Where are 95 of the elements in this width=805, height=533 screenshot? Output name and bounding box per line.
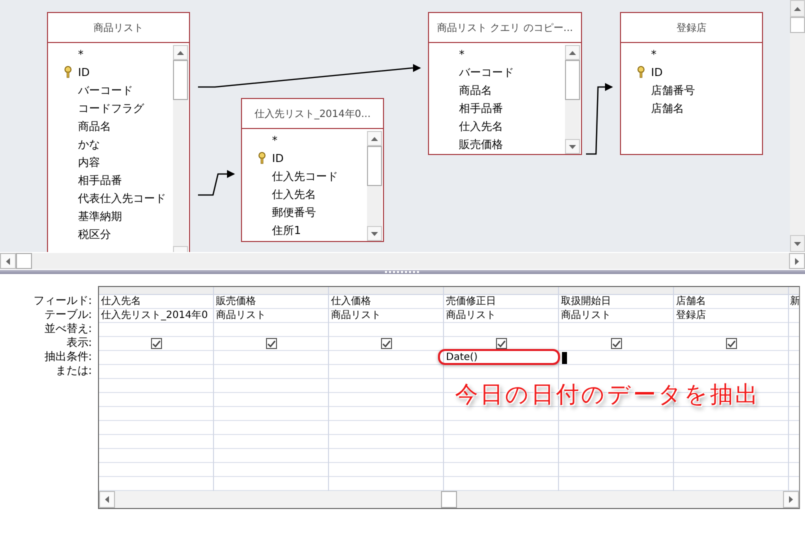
up-arrow-icon[interactable] (177, 50, 184, 54)
row-label: または: (55, 364, 92, 378)
field-cell[interactable]: 取扱開始日 (561, 296, 611, 307)
column-selector[interactable] (789, 287, 799, 295)
show-checkbox[interactable] (496, 338, 506, 349)
table-cell[interactable]: 商品リスト (331, 310, 381, 321)
table-window[interactable]: 商品リスト クエリ のコピー... * バーコード 商品名 相手品番 仕入先名 販売価格 (428, 12, 582, 155)
field-cell[interactable]: 店舗名 (676, 296, 706, 307)
field-name[interactable]: 仕入先コード (272, 168, 338, 184)
column-selector[interactable] (444, 287, 558, 295)
scroll-thumb[interactable] (173, 60, 188, 100)
table-cell[interactable]: 商品リスト (561, 310, 611, 321)
table-title: 仕入先リスト_2014年0... (254, 108, 371, 120)
text-cursor (562, 352, 567, 364)
field-name[interactable]: コードフラグ (78, 100, 144, 116)
field-name[interactable]: バーコード (459, 64, 514, 80)
column-selector[interactable] (559, 287, 673, 295)
down-arrow-icon[interactable] (569, 144, 576, 148)
up-arrow-icon[interactable] (569, 50, 576, 54)
show-checkbox[interactable] (726, 338, 736, 349)
horizontal-scrollbar[interactable] (99, 491, 799, 508)
join-line (198, 170, 235, 196)
annotation-text: 今日の日付のデータを抽出 (455, 381, 760, 410)
up-arrow-icon[interactable] (794, 6, 801, 10)
field-name[interactable]: 商品名 (78, 118, 111, 134)
column-selector[interactable] (329, 287, 443, 295)
show-checkbox[interactable] (610, 338, 622, 349)
field-name[interactable]: 住所1 (272, 222, 301, 238)
right-arrow-icon[interactable] (795, 258, 799, 264)
field-name[interactable]: 郵便番号 (272, 204, 316, 220)
field-name[interactable]: 相手品番 (78, 172, 122, 188)
field-name[interactable]: * (272, 134, 278, 146)
column-selector[interactable] (99, 287, 213, 295)
scroll-thumb[interactable] (441, 491, 457, 508)
row-label: フィールド: (33, 294, 92, 308)
right-arrow-icon[interactable] (789, 496, 793, 503)
table-window[interactable]: 商品リスト * ID バーコード コードフラグ 商品名 かな 内容 相手品番 代表仕入先コード 基準納期 税区分 (47, 12, 190, 252)
field-name[interactable]: * (459, 48, 464, 60)
scroll-thumb[interactable] (790, 17, 805, 33)
table-title: 商品リスト (94, 22, 144, 34)
field-name[interactable]: 店舗名 (651, 100, 684, 116)
scroll-thumb[interactable] (367, 146, 382, 186)
vertical-scrollbar[interactable] (790, 0, 805, 252)
field-name[interactable]: 内容 (78, 154, 100, 170)
down-arrow-icon[interactable] (371, 232, 378, 236)
table-cell[interactable]: 仕入先リスト_2014年0 (101, 310, 208, 321)
row-label: 抽出条件: (44, 350, 92, 364)
field-name[interactable]: かな (78, 136, 100, 152)
scrollbar[interactable] (367, 131, 382, 241)
field-cell[interactable]: 販売価格 (216, 296, 256, 307)
scrollbar[interactable] (565, 45, 580, 154)
up-arrow-icon[interactable] (371, 136, 378, 140)
scroll-thumb[interactable] (565, 60, 580, 100)
show-checkbox[interactable] (380, 338, 392, 349)
table-title: 商品リスト クエリ のコピー... (437, 22, 573, 34)
row-label: 並べ替え: (44, 322, 92, 336)
join-line (586, 83, 613, 155)
field-cell[interactable]: 仕入価格 (331, 296, 371, 307)
field-cell[interactable]: 売価修正日 (446, 296, 496, 307)
left-arrow-icon[interactable] (6, 258, 10, 264)
field-name[interactable]: ID (651, 66, 663, 78)
left-arrow-icon[interactable] (105, 496, 109, 503)
table-window[interactable]: 登録店 * ID 店舗番号 店舗名 (620, 12, 763, 155)
field-name[interactable]: 税区分 (78, 226, 111, 242)
field-cell[interactable]: 仕入先名 (101, 296, 141, 307)
field-name[interactable]: ID (78, 66, 90, 78)
column-selector[interactable] (214, 287, 328, 295)
row-label: テーブル: (44, 308, 92, 322)
table-title: 登録店 (676, 22, 706, 34)
row-label: 表示: (66, 336, 92, 350)
horizontal-scrollbar[interactable] (0, 252, 805, 269)
field-name[interactable]: 基準納期 (78, 208, 122, 224)
field-name[interactable]: 店舗番号 (651, 82, 695, 98)
down-arrow-icon[interactable] (794, 242, 801, 246)
criteria-cell[interactable]: Date() (444, 351, 558, 365)
table-cell[interactable]: 商品リスト (216, 310, 266, 321)
field-name[interactable]: 仕入先名 (272, 186, 316, 202)
field-name[interactable]: * (651, 48, 656, 60)
show-checkbox[interactable] (266, 338, 276, 349)
field-name[interactable]: 仕入先名 (459, 118, 503, 134)
scrollbar[interactable] (173, 45, 188, 252)
scroll-thumb[interactable] (16, 253, 32, 269)
table-window[interactable]: 仕入先リスト_2014年0... * ID 仕入先コード 仕入先名 郵便番号 住所1 (241, 98, 384, 242)
field-name[interactable]: 商品名 (459, 82, 492, 98)
field-name[interactable]: * (78, 48, 84, 60)
field-name[interactable]: 相手品番 (459, 100, 503, 116)
field-name[interactable]: 販売価格 (459, 136, 503, 152)
column-selector[interactable] (674, 287, 788, 295)
table-cell[interactable]: 登録店 (676, 310, 706, 321)
splitter-bar[interactable] (0, 270, 805, 274)
field-name[interactable]: バーコード (78, 82, 133, 98)
field-name[interactable]: ID (272, 152, 284, 164)
field-name[interactable]: 代表仕入先コード (78, 190, 166, 206)
table-cell[interactable]: 商品リスト (446, 310, 496, 321)
show-checkbox[interactable] (150, 338, 162, 349)
